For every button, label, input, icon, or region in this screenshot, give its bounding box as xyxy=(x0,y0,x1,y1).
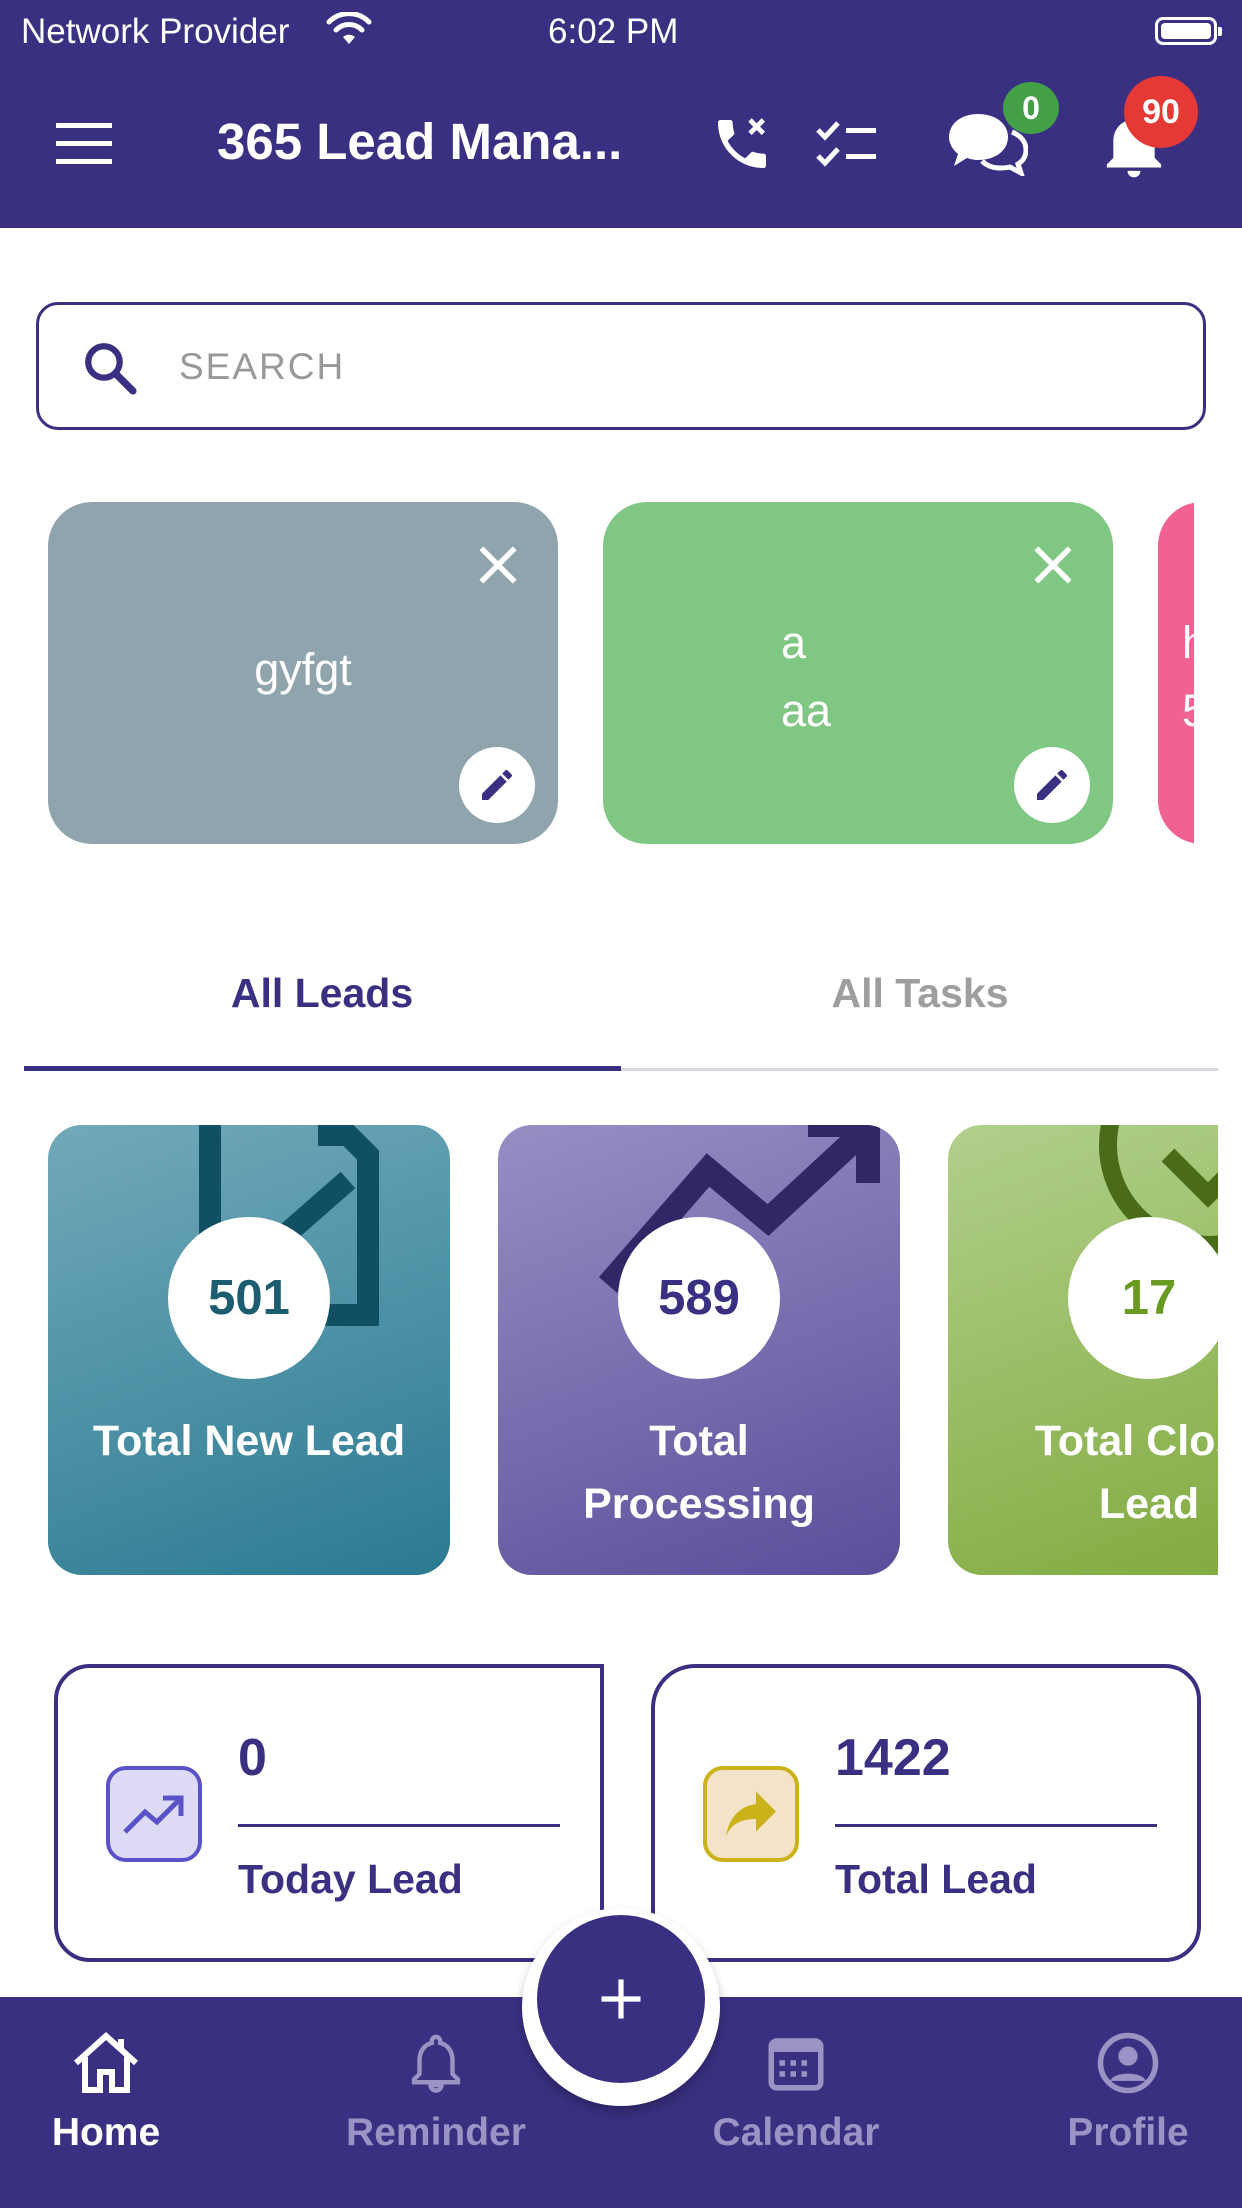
note-card[interactable]: a aa xyxy=(603,502,1113,844)
menu-icon[interactable] xyxy=(56,123,112,165)
note-text-line: h xyxy=(1182,609,1194,677)
stat-card-processing[interactable]: 589 Total Processing xyxy=(498,1125,900,1575)
phone-missed-icon[interactable] xyxy=(710,112,774,176)
note-text: gyfgt xyxy=(254,644,352,695)
plus-icon xyxy=(601,1979,641,2019)
edit-note-button[interactable] xyxy=(1014,747,1090,823)
nav-label: Profile xyxy=(1067,2111,1189,2154)
carrier-label: Network Provider xyxy=(21,12,290,51)
close-icon[interactable] xyxy=(473,540,523,590)
nav-reminder[interactable]: Reminder xyxy=(336,2030,536,2155)
pencil-icon xyxy=(1037,769,1067,800)
stat-label-line: Lead xyxy=(1098,1480,1200,1528)
stat-value: 17 xyxy=(1121,1271,1177,1325)
note-card[interactable]: gyfgt xyxy=(48,502,558,844)
search-icon xyxy=(85,343,137,395)
checklist-icon[interactable] xyxy=(814,118,878,170)
search-input[interactable] xyxy=(179,335,1159,399)
stat-label-line: Total xyxy=(649,1417,749,1465)
stat-label-line: Total Close xyxy=(1034,1417,1218,1465)
nav-calendar[interactable]: Calendar xyxy=(696,2030,896,2155)
note-text-line: 5 xyxy=(1182,677,1194,745)
stat-value-badge: 589 xyxy=(618,1217,780,1379)
tab-all-tasks[interactable]: All Tasks xyxy=(620,970,1220,1017)
chat-count-badge: 0 xyxy=(1003,82,1059,134)
summary-card-today-lead[interactable]: 0 Today Lead xyxy=(54,1664,604,1962)
search-bar[interactable] xyxy=(36,302,1206,430)
summary-label: Today Lead xyxy=(238,1856,463,1902)
stat-value: 501 xyxy=(208,1271,290,1325)
stat-value: 589 xyxy=(658,1271,740,1325)
app-screen: Network Provider 6:02 PM 365 Lead Mana..… xyxy=(0,0,1242,2208)
summary-divider xyxy=(835,1824,1157,1827)
summary-card-total-lead[interactable]: 1422 Total Lead xyxy=(651,1664,1201,1962)
stat-label: Total Close Lead xyxy=(948,1410,1218,1536)
note-card-partial-clip: h 5 xyxy=(1158,502,1194,844)
nav-label: Home xyxy=(51,2111,161,2154)
add-button[interactable] xyxy=(537,1915,705,2083)
nav-label: Calendar xyxy=(712,2111,880,2154)
summary-divider xyxy=(238,1824,560,1827)
stats-row: 501 Total New Lead 589 Total Processing 1… xyxy=(0,1125,1218,1580)
clock-label: 6:02 PM xyxy=(548,12,679,51)
stat-label: Total New Lead xyxy=(48,1410,450,1473)
tab-indicator xyxy=(24,1066,621,1071)
note-card[interactable]: h 5 xyxy=(1158,502,1194,844)
summary-label: Total Lead xyxy=(835,1856,1037,1902)
summary-value: 1422 xyxy=(835,1729,951,1787)
forward-arrow-icon xyxy=(726,1791,776,1837)
note-text-line: aa xyxy=(781,685,832,736)
note-text-line: a xyxy=(781,617,807,668)
stat-label: Total Processing xyxy=(498,1410,900,1536)
notification-count-badge: 90 xyxy=(1124,76,1198,148)
share-icon-box xyxy=(703,1766,799,1862)
pencil-icon xyxy=(482,769,512,800)
trending-up-icon xyxy=(123,1795,184,1834)
close-icon[interactable] xyxy=(1028,540,1078,590)
nav-profile[interactable]: Profile xyxy=(1028,2030,1228,2155)
stat-card-close-lead[interactable]: 17 Total Close Lead xyxy=(948,1125,1218,1575)
app-title: 365 Lead Mana... xyxy=(217,113,623,170)
calendar-icon xyxy=(768,2038,824,2091)
stat-value-badge: 501 xyxy=(168,1217,330,1379)
tab-divider xyxy=(621,1068,1218,1071)
trend-icon-box xyxy=(106,1766,202,1862)
bell-outline-icon xyxy=(411,2034,461,2093)
tab-all-leads[interactable]: All Leads xyxy=(22,970,622,1017)
nav-home[interactable]: Home xyxy=(6,2030,206,2155)
home-icon xyxy=(73,2031,139,2093)
nav-label: Reminder xyxy=(346,2111,526,2154)
stat-value-badge: 17 xyxy=(1068,1217,1218,1379)
stat-card-new-lead[interactable]: 501 Total New Lead xyxy=(48,1125,450,1575)
stat-label-line: Processing xyxy=(583,1480,815,1528)
edit-note-button[interactable] xyxy=(459,747,535,823)
profile-icon xyxy=(1097,2032,1159,2094)
stat-label-line: Total New Lead xyxy=(92,1417,406,1465)
summary-value: 0 xyxy=(238,1729,267,1787)
battery-icon xyxy=(1155,17,1222,45)
wifi-icon xyxy=(326,12,372,44)
